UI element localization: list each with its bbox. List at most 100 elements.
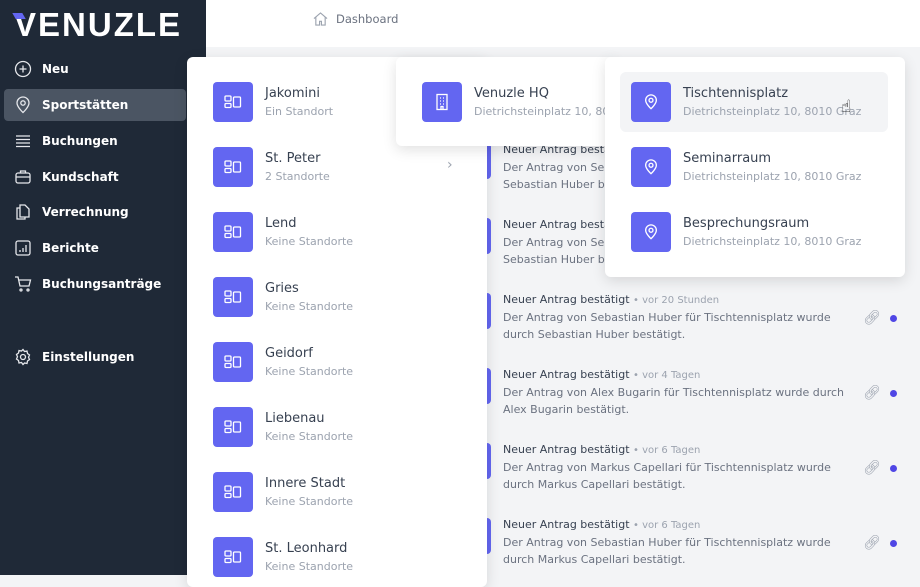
sidebar-item-6[interactable]: Buchungsanträge [4,268,186,300]
district-icon-box [213,212,253,252]
room-name: Seminarraum [683,151,772,166]
sidebar-item-4[interactable]: Verrechnung [4,196,186,228]
location-item[interactable]: Venuzle HQ Dietrichsteinplatz 10, 801 [422,82,616,122]
sidebar-item-5[interactable]: Berichte [4,232,186,264]
district-icon [224,355,242,369]
briefcase-icon [15,170,31,184]
sidebar-item-label: Sportstätten [42,98,129,112]
home-icon [313,12,328,26]
documents-icon [16,204,30,220]
district-icon-box [213,537,253,577]
feed-title: Neuer Antrag bestätigt [503,443,630,456]
map-pin-icon [644,159,658,175]
district-count: 2 Standorte [265,170,330,183]
district-icon-box [213,407,253,447]
room-item[interactable]: Besprechungsraum Dietrichsteinplatz 10, 8… [631,212,861,252]
room-name: Besprechungsraum [683,216,810,231]
district-item[interactable]: Innere Stadt Keine Standorte [213,472,463,512]
district-name: Lend [265,216,297,231]
building-icon [436,93,448,111]
district-icon-box [213,147,253,187]
district-name: Jakomini [265,86,320,101]
district-count: Ein Standort [265,105,334,118]
district-count: Keine Standorte [265,235,354,248]
link-icon[interactable]: 🔗︎ [863,535,881,551]
room-name: Tischtennisplatz [683,86,789,101]
district-item[interactable]: St. Leonhard Keine Standorte [213,537,463,577]
district-item[interactable]: Geidorf Keine Standorte [213,342,463,382]
district-item[interactable]: St. Peter 2 Standorte › [213,147,463,187]
sidebar-item-1[interactable]: Sportstätten [4,89,186,121]
room-address: Dietrichsteinplatz 10, 8010 Graz [683,235,862,248]
feed-body: Der Antrag von Markus Capellari für Tisc… [503,461,831,491]
district-icon [224,485,242,499]
link-icon[interactable]: 🔗︎ [863,460,881,476]
district-icon [224,290,242,304]
unread-dot [890,465,897,472]
district-count: Keine Standorte [265,365,354,378]
district-icon-box [213,277,253,317]
feed-time: vor 6 Tagen [642,520,701,531]
district-count: Keine Standorte [265,560,354,573]
feed-time: vor 6 Tagen [642,445,701,456]
chevron-right-icon: › [447,157,453,173]
link-icon[interactable]: 🔗︎ [863,310,881,326]
location-icon-box [422,82,462,122]
hand-cursor-icon: ☝ [841,97,852,117]
district-icon-box [213,342,253,382]
breadcrumb-dashboard[interactable]: Dashboard [336,12,398,26]
feed-title: Neuer Antrag bestätigt [503,368,630,381]
district-icon [224,550,242,564]
venuzle-logo[interactable]: VENUZLE [14,6,182,44]
sidebar-item-7[interactable]: Einstellungen [4,341,186,373]
list-icon [16,135,30,148]
sidebar-item-label: Berichte [42,241,99,255]
district-name: St. Leonhard [265,541,348,556]
district-name: Geidorf [265,346,313,361]
plus-circle-icon [14,60,32,78]
feed-body: Der Antrag von Alex Bugarin für Tischten… [503,386,844,416]
district-name: Innere Stadt [265,476,346,491]
room-address: Dietrichsteinplatz 10, 8010 Graz [683,170,862,183]
sidebar-item-0[interactable]: Neu [4,53,186,85]
sidebar-item-label: Buchungsanträge [42,277,162,291]
gear-icon [15,348,31,366]
district-count: Keine Standorte [265,300,354,313]
unread-dot [890,315,897,322]
district-icon [224,95,242,109]
link-icon[interactable]: 🔗︎ [863,385,881,401]
unread-dot [890,540,897,547]
district-icon-box [213,472,253,512]
breadcrumb[interactable]: Dashboard [313,12,398,26]
map-pin-icon [16,96,30,114]
room-address: Dietrichsteinplatz 10, 8010 Graz [683,105,862,118]
feed-time: vor 4 Tagen [642,370,701,381]
sidebar-item-3[interactable]: Kundschaft [4,161,186,193]
room-menu: Tischtennisplatz Dietrichsteinplatz 10, 8… [605,57,905,277]
sidebar-item-label: Buchungen [42,134,118,148]
district-item[interactable]: Lend Keine Standorte [213,212,463,252]
feed-body: Der Antrag von Sebastian Huber für Tisch… [503,311,831,341]
room-item[interactable]: Seminarraum Dietrichsteinplatz 10, 8010 G… [631,147,861,187]
feed-title: Neuer Antrag bestä [503,218,611,231]
district-count: Keine Standorte [265,430,354,443]
feed-body: Der Antrag von Sebastian Huber für Tisch… [503,536,831,566]
sidebar-item-2[interactable]: Buchungen [4,125,186,157]
map-pin-icon [644,94,658,110]
district-icon-box [213,82,253,122]
location-address: Dietrichsteinplatz 10, 801 [474,105,616,118]
district-name: Gries [265,281,299,296]
location-menu: Venuzle HQ Dietrichsteinplatz 10, 801 [396,57,616,146]
unread-dot [890,390,897,397]
district-item[interactable]: Gries Keine Standorte [213,277,463,317]
room-icon-box [631,147,671,187]
chart-icon [15,240,31,256]
feed-title: Neuer Antrag bestätigt [503,518,630,531]
district-item[interactable]: Liebenau Keine Standorte [213,407,463,447]
location-name: Venuzle HQ [474,86,549,101]
sidebar-item-label: Neu [42,62,69,76]
feed-title: Neuer Antrag bestätigt [503,293,630,306]
sidebar-item-label: Einstellungen [42,350,135,364]
sidebar-item-label: Kundschaft [42,170,119,184]
sidebar: VENUZLE Neu Sportstätten Buchungen Kundscha… [0,0,206,575]
